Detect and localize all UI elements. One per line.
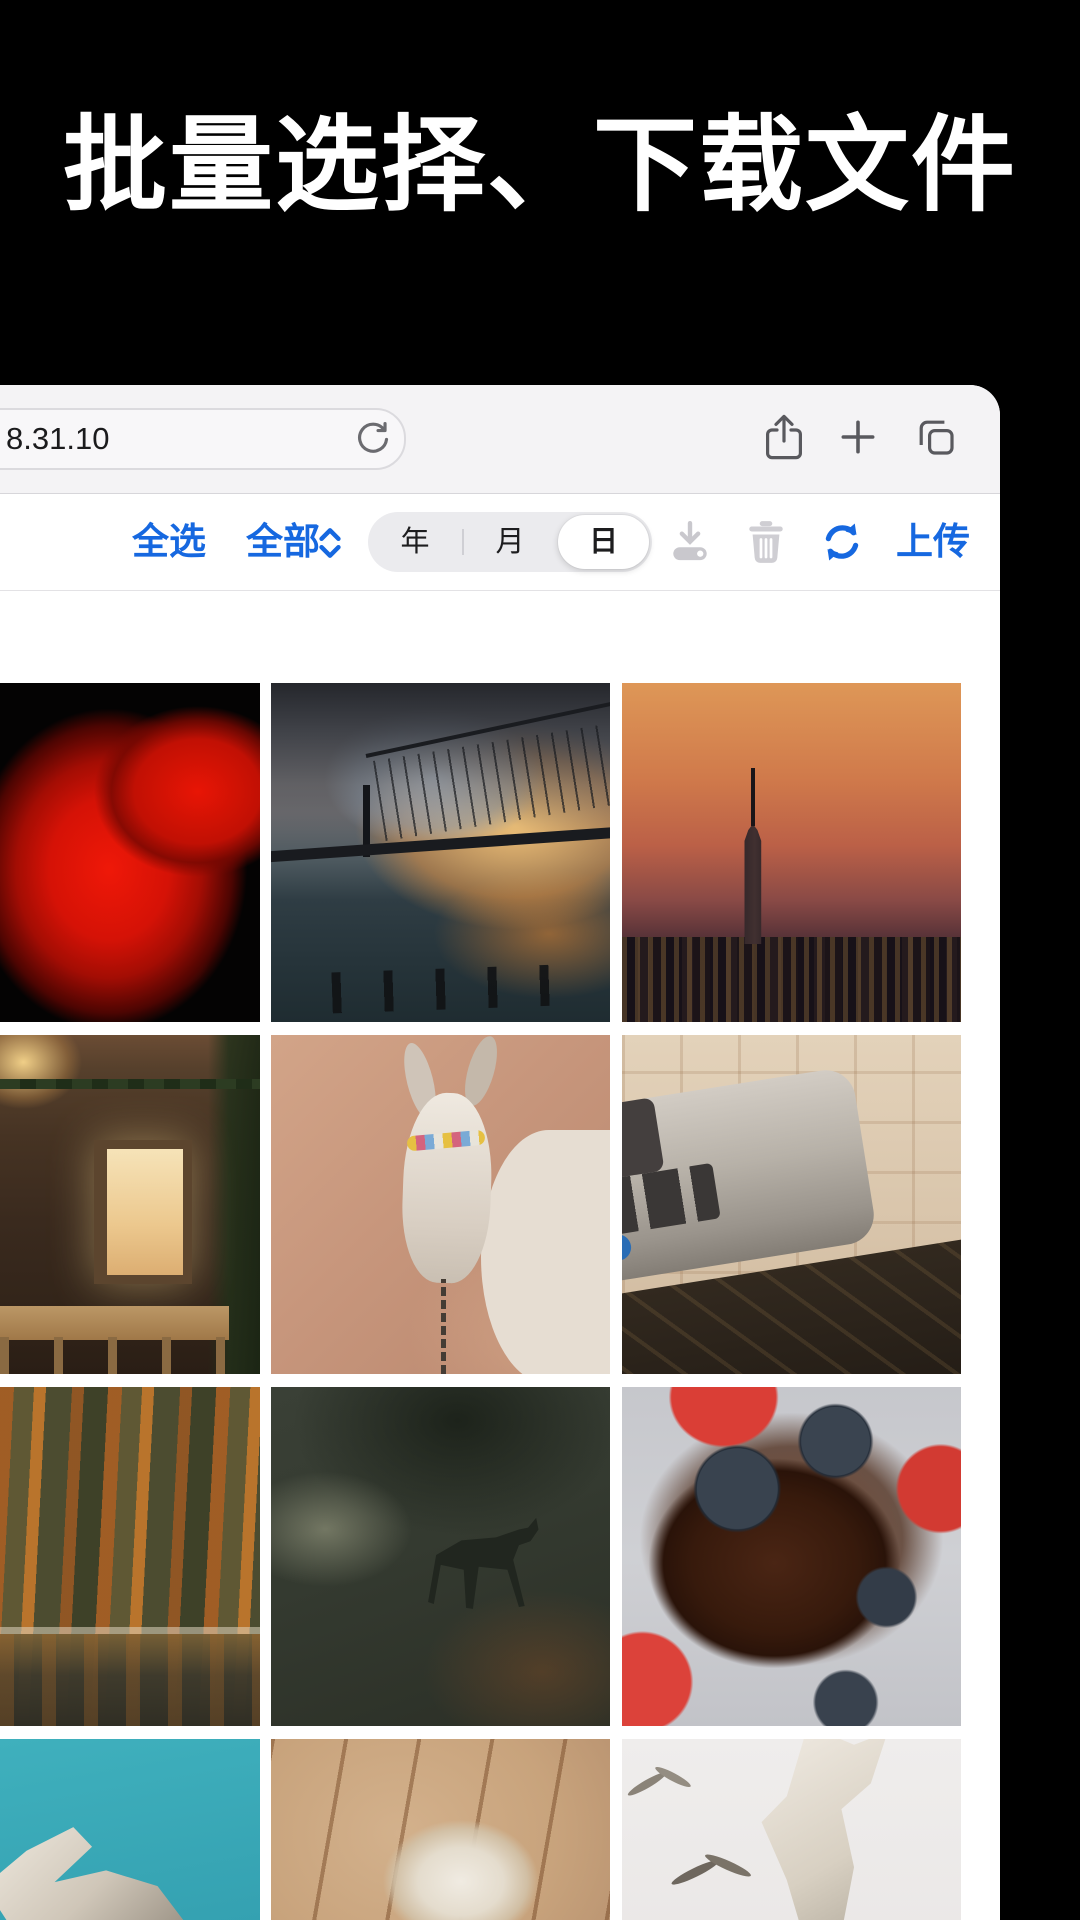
photo-red-betta-fish[interactable] [0, 683, 260, 1022]
segment-day-selected[interactable]: 日 [558, 515, 649, 569]
plus-icon [837, 416, 879, 458]
cabin-garland [0, 1079, 260, 1089]
photo-seagull-teal-sky[interactable] [0, 1739, 260, 1920]
seagull-shape [0, 1827, 218, 1920]
select-all-button[interactable]: 全选 [132, 494, 206, 590]
url-text: 8.31.10 [6, 410, 109, 468]
delete-button[interactable] [742, 518, 790, 566]
city-spire [751, 768, 755, 826]
photo-elevated-train[interactable] [622, 1035, 961, 1374]
photo-city-skyline-dusk[interactable] [622, 683, 961, 1022]
train-logo [622, 1233, 633, 1263]
tabs-icon [914, 415, 958, 459]
upload-button[interactable]: 上传 [896, 494, 970, 590]
donkey-chain [441, 1279, 446, 1374]
city-skyline [622, 937, 961, 1022]
train-windows [622, 1163, 721, 1237]
address-bar[interactable]: 8.31.10 [0, 408, 406, 470]
browser-chrome: 8.31.10 [0, 385, 1000, 494]
photo-deer-in-dark-woods[interactable] [271, 1387, 610, 1726]
segment-year[interactable]: 年 [368, 512, 462, 572]
donkey-body [481, 1130, 610, 1374]
train-car [622, 1066, 878, 1283]
download-icon [666, 519, 714, 565]
deer-silhouette [427, 1516, 542, 1614]
window-mullion [99, 1149, 107, 1274]
chevron-up-down-icon[interactable] [316, 524, 344, 562]
gull-large [724, 1739, 934, 1920]
share-icon [762, 412, 806, 462]
city-tower [734, 824, 772, 944]
bridge-suspenders [373, 724, 610, 841]
download-button[interactable] [666, 518, 714, 566]
new-tab-button[interactable] [834, 413, 882, 461]
photo-brownie-with-berries[interactable] [622, 1387, 961, 1726]
photo-bay-bridge-sunset[interactable] [271, 683, 610, 1022]
cabin-window [94, 1140, 193, 1283]
photo-autumn-lake-forest[interactable] [0, 1387, 260, 1726]
photo-gulls-white-sky[interactable] [622, 1739, 961, 1920]
reload-icon[interactable] [354, 420, 392, 458]
cabin-table [0, 1306, 229, 1340]
train-windshield [622, 1097, 664, 1181]
page-title: 批量选择、下载文件 [0, 70, 1080, 240]
photo-white-lilac-table[interactable] [271, 1739, 610, 1920]
share-button[interactable] [760, 413, 808, 461]
filter-all-button[interactable]: 全部 [246, 494, 320, 590]
sync-icon [820, 521, 864, 563]
lake-water [0, 1634, 260, 1726]
photo-white-donkey[interactable] [271, 1035, 610, 1374]
lake-shoreline [0, 1627, 260, 1634]
segment-month[interactable]: 月 [463, 512, 557, 572]
tabs-button[interactable] [912, 413, 960, 461]
water-posts [331, 963, 587, 1013]
browser-window: 8.31.10 全选 全部 年 [0, 385, 1000, 1920]
sync-button[interactable] [818, 518, 866, 566]
date-segmented-control: 年 月 日 [368, 512, 652, 572]
trash-icon [745, 519, 787, 565]
photo-christmas-cabin[interactable] [0, 1035, 260, 1374]
cabin-chairs [0, 1337, 260, 1374]
file-toolbar: 全选 全部 年 月 日 上传 [0, 494, 1000, 591]
